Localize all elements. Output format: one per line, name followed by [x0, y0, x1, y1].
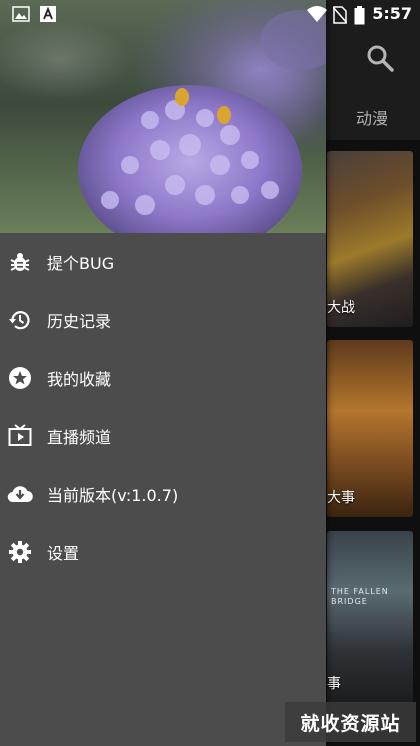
- battery-icon: [354, 6, 365, 25]
- watermark-text: 就收资源站: [300, 712, 401, 735]
- menu-item-live-channels[interactable]: 直播频道: [0, 407, 326, 465]
- tv-icon: [7, 423, 33, 449]
- no-sim-icon: [333, 6, 347, 24]
- star-icon: [7, 365, 33, 391]
- drawer-menu: 提个BUG 历史记录 我的收藏 直播频道 当前版本(v:1.0.7) 设置: [0, 233, 326, 581]
- search-button[interactable]: [364, 42, 396, 74]
- poster-title-text: THE FALLEN BRIDGE: [331, 587, 389, 606]
- a-text-icon: [40, 6, 56, 22]
- poster-caption: 事: [327, 676, 341, 692]
- bug-icon: [7, 249, 33, 275]
- wifi-icon: [307, 6, 327, 22]
- menu-item-label: 设置: [47, 544, 80, 563]
- menu-item-settings[interactable]: 设置: [0, 523, 326, 581]
- image-icon: [12, 6, 30, 22]
- menu-item-label: 历史记录: [47, 312, 112, 331]
- menu-item-history[interactable]: 历史记录: [0, 291, 326, 349]
- menu-item-report-bug[interactable]: 提个BUG: [0, 233, 326, 291]
- status-bar: 5:57: [0, 0, 420, 30]
- hydrangea-photo: [0, 0, 326, 233]
- gear-icon: [7, 539, 33, 565]
- cloud-download-icon: [7, 481, 33, 507]
- poster-caption: 大事: [327, 490, 355, 506]
- drawer-header-image: [0, 0, 326, 233]
- poster-caption: 大战: [327, 300, 355, 316]
- poster-card[interactable]: 大事: [327, 340, 413, 517]
- navigation-drawer: 提个BUG 历史记录 我的收藏 直播频道 当前版本(v:1.0.7) 设置: [0, 0, 326, 746]
- history-icon: [7, 307, 33, 333]
- menu-item-favorites[interactable]: 我的收藏: [0, 349, 326, 407]
- poster-card[interactable]: THE FALLEN BRIDGE 事: [327, 531, 413, 703]
- status-time: 5:57: [372, 4, 412, 23]
- menu-item-label: 当前版本(v:1.0.7): [47, 486, 179, 505]
- menu-item-label: 我的收藏: [47, 370, 112, 389]
- poster-card[interactable]: 大战: [327, 151, 413, 327]
- search-icon: [367, 45, 394, 72]
- menu-item-label: 提个BUG: [47, 254, 115, 273]
- watermark: 就收资源站: [285, 702, 416, 742]
- tab-anime[interactable]: 动漫: [356, 105, 388, 129]
- menu-item-version[interactable]: 当前版本(v:1.0.7): [0, 465, 326, 523]
- menu-item-label: 直播频道: [47, 428, 112, 447]
